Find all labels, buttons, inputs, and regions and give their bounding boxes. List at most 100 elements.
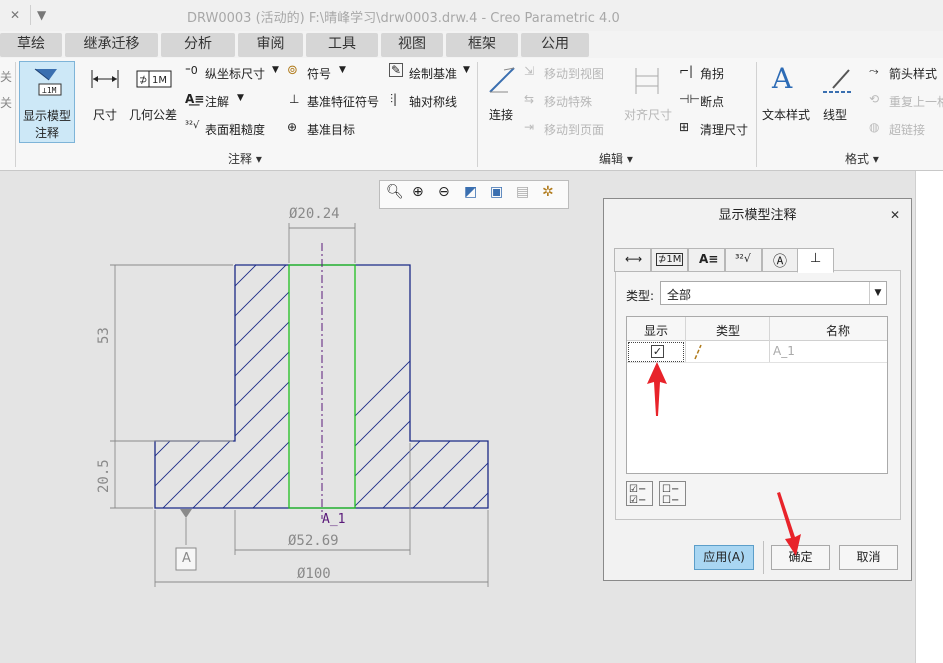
angle-jog-icon: ⌐| [679, 64, 694, 78]
group-annotate-text: 注释 [228, 152, 253, 166]
repeat-last-format-button[interactable]: ⟲ 重复上一格 [869, 92, 943, 110]
tab-surface-finish[interactable]: ³²√ [725, 248, 762, 272]
text-style-button[interactable]: A 文本样式 [760, 62, 814, 142]
dim-height-53[interactable]: 53 [96, 327, 112, 344]
dim-top-diameter[interactable]: Ø20.24 [289, 206, 340, 222]
deselect-all-button[interactable]: ☐− ☐− [659, 481, 686, 506]
surface-finish-button[interactable]: ³²√ 表面粗糙度 [185, 120, 275, 138]
move-to-view-label: 移动到视图 [544, 67, 605, 81]
symbol-dropdown-icon[interactable]: ▼ [339, 65, 346, 75]
datum-feature-symbol-label: 基准特征符号 [307, 95, 380, 109]
ordinate-dimension-label: 纵坐标尺寸 [205, 67, 266, 81]
dimension-button[interactable]: 尺寸 [86, 62, 124, 142]
breakpoint-label: 断点 [700, 95, 725, 109]
draw-datum-dropdown-icon[interactable]: ▼ [463, 65, 470, 75]
dimension-label: 尺寸 [93, 108, 118, 122]
ribbon-left-partial-1[interactable]: 关 [0, 68, 12, 85]
tab-inheritance-migration[interactable]: 继承迁移 [65, 33, 158, 57]
axis-symmetry-label: 轴对称线 [409, 95, 458, 109]
cleanup-dimensions-button[interactable]: ⊞ 清理尺寸 [679, 120, 753, 138]
angle-jog-label: 角拐 [700, 67, 725, 81]
line-style-button[interactable]: 线型 [817, 62, 857, 142]
tab-analysis[interactable]: 分析 [161, 33, 235, 57]
dimension-icon [91, 70, 119, 88]
type-select-dropdown-icon[interactable]: ▼ [869, 282, 886, 304]
dim-mid-diameter[interactable]: Ø52.69 [288, 533, 339, 549]
dim-height-20-5[interactable]: 20.5 [96, 459, 112, 493]
group-edit-label[interactable]: 编辑 ▾ [599, 150, 633, 167]
column-header-show[interactable]: 显示 [644, 322, 668, 339]
tab-view[interactable]: 视图 [381, 33, 443, 57]
qa-dropdown-icon[interactable]: ▼ [37, 8, 46, 22]
tab-symbols[interactable]: Ⓐ [762, 248, 799, 272]
ribbon-separator [756, 62, 757, 167]
datum-target-label: 基准目标 [307, 123, 356, 137]
show-model-annotations-label-1: 显示模型 [23, 109, 72, 123]
show-checkbox[interactable]: ✓ [651, 345, 664, 358]
draw-datum-button[interactable]: ✎ 绘制基准 ▼ [389, 63, 473, 82]
tab-review[interactable]: 审阅 [238, 33, 303, 57]
axis-symmetry-icon: ⫶| [390, 92, 398, 106]
svg-text:1M: 1M [152, 75, 167, 86]
text-style-label: 文本样式 [762, 108, 811, 122]
tab-datums[interactable]: ⊥ [797, 248, 834, 273]
notes-tab-icon: A≡ [699, 252, 719, 266]
cleanup-dimensions-icon: ⊞ [679, 120, 690, 134]
repeat-last-format-label: 重复上一格 [889, 95, 943, 109]
axis-symmetry-button[interactable]: ⫶| 轴对称线 [389, 92, 469, 110]
datum-feature-symbol-button[interactable]: ⊥ 基准特征符号 [287, 92, 387, 110]
deselect-all-icon: ☐− ☐− [662, 484, 680, 506]
symbol-button[interactable]: ⊚ 符号 ▼ [287, 63, 353, 82]
annotation-dropdown-icon[interactable]: ▼ [237, 93, 244, 103]
group-annotate-label[interactable]: 注释 ▾ [228, 150, 262, 167]
tab-common[interactable]: 公用 [521, 33, 589, 57]
connect-label: 连接 [489, 108, 514, 122]
geometric-tolerance-button[interactable]: ⊅ 1M 几何公差 [127, 62, 181, 142]
surface-finish-tab-icon: ³²√ [735, 252, 751, 265]
ordinate-dimension-icon: ⁼0 [185, 64, 198, 77]
group-format-label[interactable]: 格式 ▾ [845, 150, 879, 167]
axis-label-a1[interactable]: A_1 [322, 512, 345, 527]
ordinate-dimension-dropdown-icon[interactable]: ▼ [272, 65, 279, 75]
move-special-label: 移动特殊 [544, 95, 593, 109]
select-all-button[interactable]: ☑− ☑− [626, 481, 653, 506]
hyperlink-button[interactable]: ◍ 超链接 [869, 120, 943, 138]
column-header-type[interactable]: 类型 [716, 322, 740, 339]
show-model-annotations-button[interactable]: ⊥1M 显示模型 注释 [19, 61, 75, 143]
dialog-close-icon[interactable]: ✕ [890, 208, 900, 222]
tab-geometric-tolerances[interactable]: ⊅1M [651, 248, 688, 272]
apply-button[interactable]: 应用(A) [694, 545, 754, 570]
cancel-button[interactable]: 取消 [839, 545, 898, 570]
breakpoint-button[interactable]: ⊣⊢ 断点 [679, 92, 739, 110]
type-select[interactable]: 全部 ▼ [660, 281, 887, 305]
align-dimensions-button[interactable]: 对齐尺寸 [620, 62, 676, 142]
angle-jog-button[interactable]: ⌐| 角拐 [679, 64, 739, 82]
tab-notes[interactable]: A≡ [688, 248, 725, 272]
move-special-button[interactable]: ⇆ 移动特殊 [524, 92, 614, 110]
move-to-view-button[interactable]: ⇲ 移动到视图 [524, 64, 614, 82]
arrow-style-button[interactable]: ⤳ 箭头样式 [869, 64, 943, 82]
annotation-button[interactable]: A͟≡ 注解 ▼ [185, 92, 255, 110]
tab-frame[interactable]: 框架 [446, 33, 518, 57]
connect-button[interactable]: 连接 [483, 62, 521, 142]
show-model-annotations-label-2: 注释 [35, 126, 60, 140]
axis-icon [694, 344, 702, 360]
ordinate-dimension-button[interactable]: ⁼0 纵坐标尺寸 ▼ [185, 64, 285, 82]
draw-datum-label: 绘制基准 [409, 67, 458, 81]
hatch-left [155, 265, 289, 508]
tab-dimensions[interactable]: ⟷ [614, 248, 651, 272]
arrow-style-label: 箭头样式 [889, 67, 938, 81]
vertical-scrollbar[interactable] [915, 171, 943, 663]
tab-sketch[interactable]: 草绘 [0, 33, 62, 57]
move-to-page-button[interactable]: ⇥ 移动到页面 [524, 120, 614, 138]
tab-tools[interactable]: 工具 [306, 33, 378, 57]
qa-close-icon[interactable]: ✕ [10, 8, 20, 22]
geotol-tab-icon: ⊅1M [656, 253, 684, 266]
type-select-value: 全部 [667, 288, 692, 302]
column-header-name[interactable]: 名称 [826, 322, 850, 339]
breakpoint-icon: ⊣⊢ [679, 92, 700, 106]
datum-target-button[interactable]: ⊕ 基准目标 [287, 120, 367, 138]
arrow-style-icon: ⤳ [869, 64, 879, 78]
dim-bottom-diameter[interactable]: Ø100 [297, 566, 331, 582]
ribbon-left-partial-2[interactable]: 关 [0, 94, 12, 111]
